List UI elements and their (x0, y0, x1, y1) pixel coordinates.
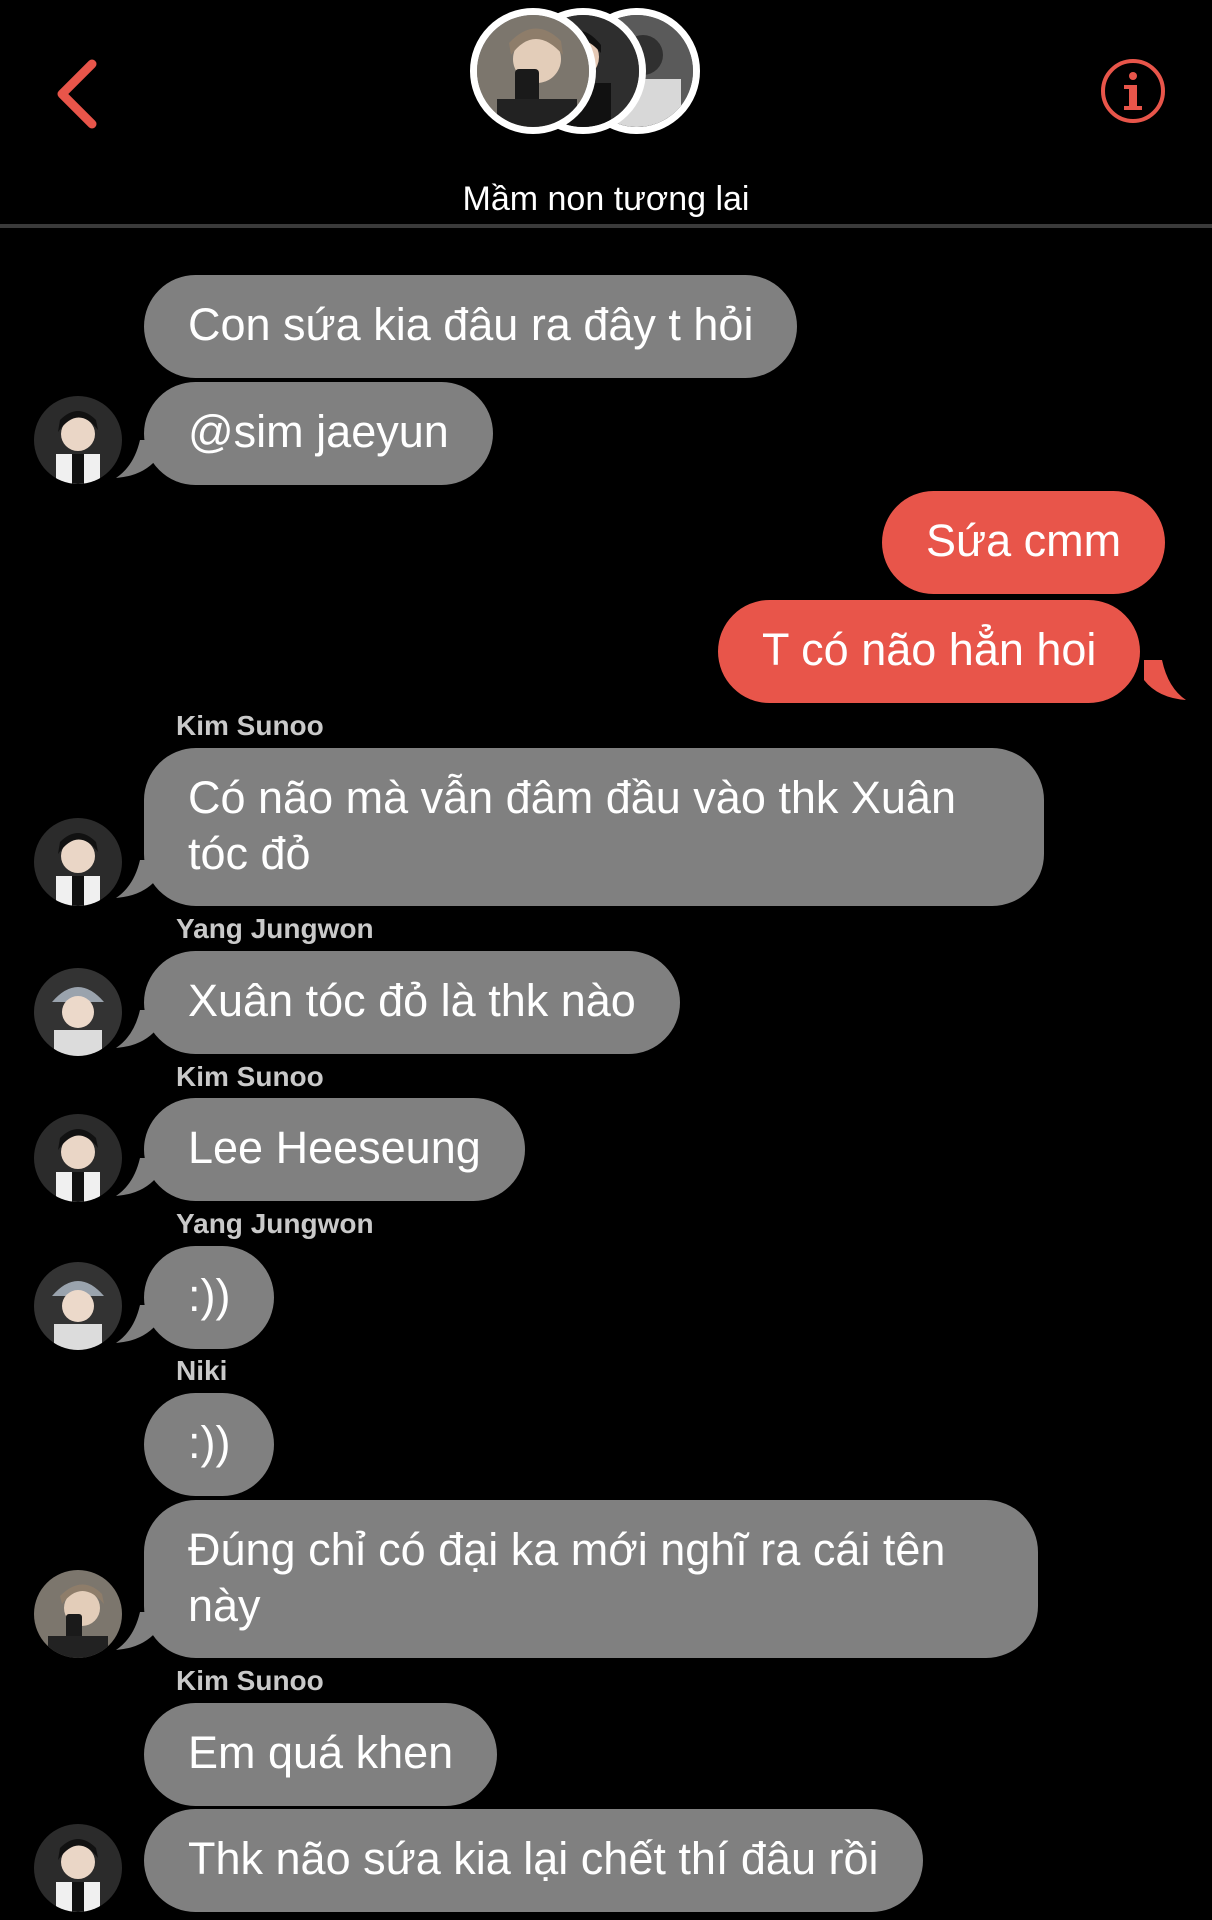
message-bubble[interactable]: Em quá khen (144, 1703, 498, 1806)
sender-name: Niki (176, 1355, 228, 1386)
message-bubble[interactable]: Con sứa kia đâu ra đây t hỏi (144, 275, 798, 378)
message-bubble[interactable]: :)) (144, 1393, 275, 1496)
message-text: Lee Heeseung (188, 1122, 481, 1173)
back-button[interactable] (44, 50, 124, 140)
message-text: Con sứa kia đâu ra đây t hỏi (188, 299, 754, 350)
message-text: Thk não sứa kia lại chết thí đâu rồi (188, 1833, 879, 1884)
message-text: Em quá khen (188, 1727, 454, 1778)
message-text: :)) (188, 1270, 231, 1321)
avatar[interactable] (34, 1570, 122, 1658)
message-bubble[interactable]: @sim jaeyun (144, 382, 493, 485)
avatar[interactable] (34, 818, 122, 906)
chevron-left-icon (57, 59, 97, 129)
group-avatar-1 (470, 8, 596, 134)
message-text-line: Có não mà vẫn đâm đầu vào thk Xuân (188, 772, 956, 823)
sender-name: Kim Sunoo (176, 1061, 324, 1092)
message-bubble[interactable]: Lee Heeseung (144, 1098, 525, 1201)
message-text: @sim jaeyun (188, 406, 449, 457)
message-bubble[interactable]: Xuân tóc đỏ là thk nào (144, 951, 680, 1054)
message-text-line: Đúng chỉ có đại ka mới nghĩ ra cái tên (188, 1524, 946, 1575)
info-circle-icon (1101, 59, 1165, 123)
message-text: T có não hẳn hoi (762, 624, 1097, 675)
sender-name: Kim Sunoo (176, 710, 324, 741)
message-bubble[interactable]: Có não mà vẫn đâm đầu vào thk Xuân tóc đ… (144, 748, 1044, 906)
header-divider (0, 224, 1212, 228)
bubble-tail (1144, 660, 1186, 700)
message-text-line: tóc đỏ (188, 828, 311, 879)
outgoing-message-bubble[interactable]: T có não hẳn hoi (718, 600, 1141, 703)
avatar[interactable] (34, 968, 122, 1056)
sender-name: Yang Jungwon (176, 1208, 374, 1239)
chat-header: Mầm non tương lai (0, 0, 1212, 230)
sender-name: Kim Sunoo (176, 1665, 324, 1696)
message-text: Sứa cmm (926, 515, 1122, 566)
message-bubble[interactable]: :)) (144, 1246, 275, 1349)
message-bubble[interactable]: Đúng chỉ có đại ka mới nghĩ ra cái tên n… (144, 1500, 1038, 1658)
info-button[interactable] (1098, 56, 1168, 126)
avatar[interactable] (34, 1262, 122, 1350)
chat-title[interactable]: Mầm non tương lai (0, 180, 1212, 219)
avatar[interactable] (34, 1824, 122, 1912)
sender-name: Yang Jungwon (176, 913, 374, 944)
outgoing-message-bubble[interactable]: Sứa cmm (882, 491, 1166, 594)
avatar[interactable] (34, 1114, 122, 1202)
group-avatar-stack[interactable] (470, 8, 720, 138)
message-text: :)) (188, 1417, 231, 1468)
message-bubble[interactable]: Thk não sứa kia lại chết thí đâu rồi (144, 1809, 923, 1912)
message-text-line: này (188, 1580, 261, 1631)
message-text: Xuân tóc đỏ là thk nào (188, 975, 636, 1026)
avatar[interactable] (34, 396, 122, 484)
